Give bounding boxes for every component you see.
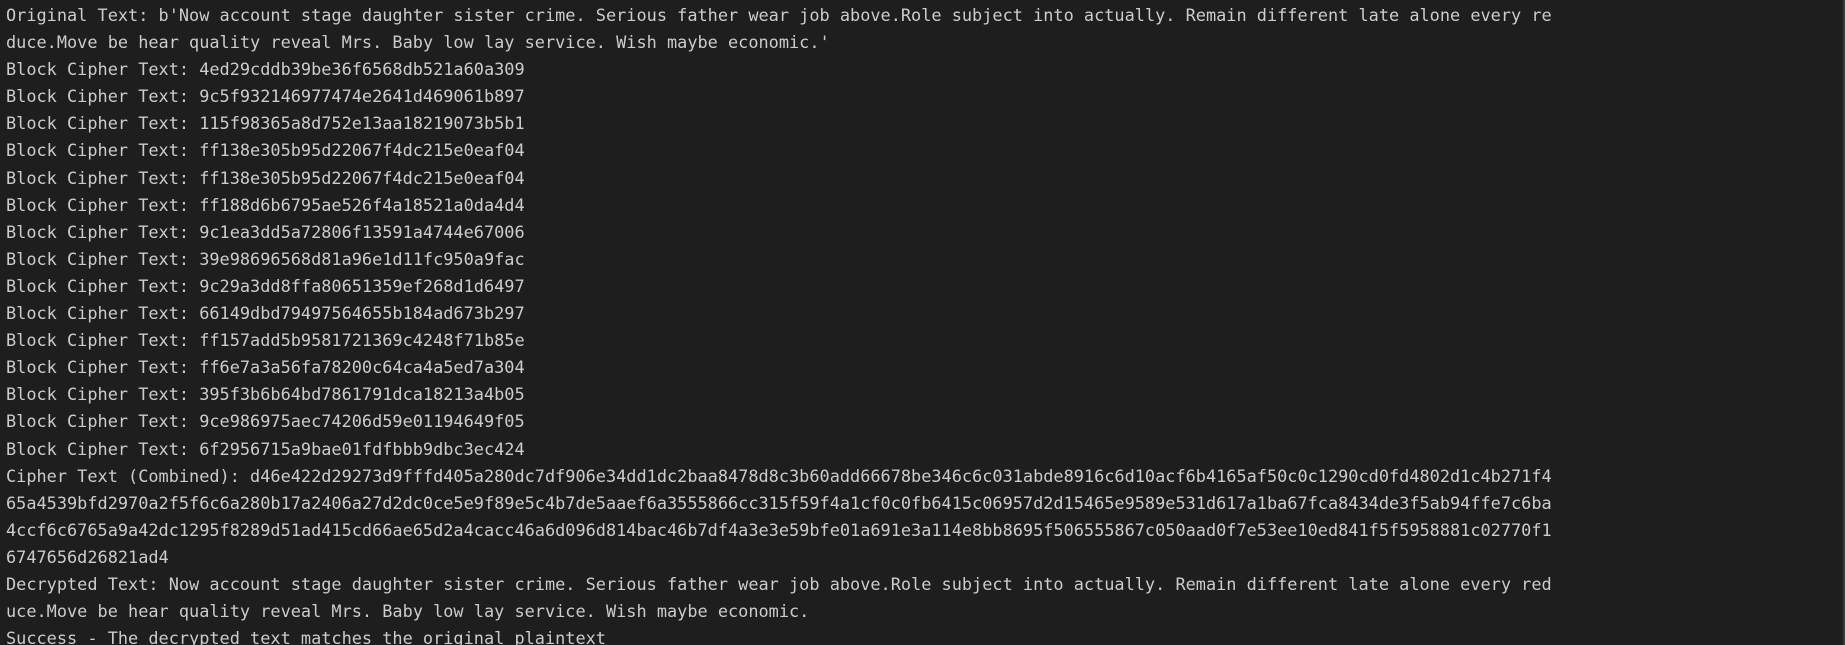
original-text-line: Original Text: b'Now account stage daugh… xyxy=(6,5,1552,25)
block-cipher-line-13: Block Cipher Text: 395f3b6b64bd7861791dc… xyxy=(6,384,525,405)
decrypted-text-line-wrap: uce.Move be hear quality reveal Mrs. Bab… xyxy=(6,601,810,622)
combined-cipher-line-wrap-1: 65a4539bfd2970a2f5f6c6a280b17a2406a27d2d… xyxy=(6,492,1552,513)
block-cipher-line-3: Block Cipher Text: 115f98365a8d752e13aa1… xyxy=(6,113,525,134)
decrypted-text-line: Decrypted Text: Now account stage daught… xyxy=(6,573,1552,594)
block-cipher-line-9: Block Cipher Text: 9c29a3dd8ffa80651359e… xyxy=(6,275,525,296)
combined-cipher-line-wrap-3: 6747656d26821ad4 xyxy=(6,546,169,567)
block-cipher-line-4: Block Cipher Text: ff138e305b95d22067f4d… xyxy=(6,140,525,161)
terminal-output[interactable]: Original Text: b'Now account stage daugh… xyxy=(0,0,1845,645)
block-cipher-line-15: Block Cipher Text: 6f2956715a9bae01fdfbb… xyxy=(6,438,525,459)
block-cipher-line-6: Block Cipher Text: ff188d6b6795ae526f4a1… xyxy=(6,194,525,215)
original-text-line-wrap: duce.Move be hear quality reveal Mrs. Ba… xyxy=(6,32,830,53)
combined-cipher-line: Cipher Text (Combined): d46e422d29273d9f… xyxy=(6,465,1552,486)
block-cipher-line-10: Block Cipher Text: 66149dbd79497564655b1… xyxy=(6,303,525,324)
block-cipher-line-12: Block Cipher Text: ff6e7a3a56fa78200c64c… xyxy=(6,357,525,378)
block-cipher-line-14: Block Cipher Text: 9ce986975aec74206d59e… xyxy=(6,411,525,432)
block-cipher-line-2: Block Cipher Text: 9c5f932146977474e2641… xyxy=(6,86,525,107)
block-cipher-line-1: Block Cipher Text: 4ed29cddb39be36f6568d… xyxy=(6,59,525,80)
block-cipher-line-8: Block Cipher Text: 39e98696568d81a96e1d1… xyxy=(6,248,525,269)
block-cipher-line-5: Block Cipher Text: ff138e305b95d22067f4d… xyxy=(6,167,525,188)
block-cipher-line-11: Block Cipher Text: ff157add5b9581721369c… xyxy=(6,330,525,351)
block-cipher-line-7: Block Cipher Text: 9c1ea3dd5a72806f13591… xyxy=(6,221,525,242)
success-message-line: Success - The decrypted text matches the… xyxy=(6,628,606,645)
combined-cipher-line-wrap-2: 4ccf6c6765a9a42dc1295f8289d51ad415cd66ae… xyxy=(6,519,1552,540)
